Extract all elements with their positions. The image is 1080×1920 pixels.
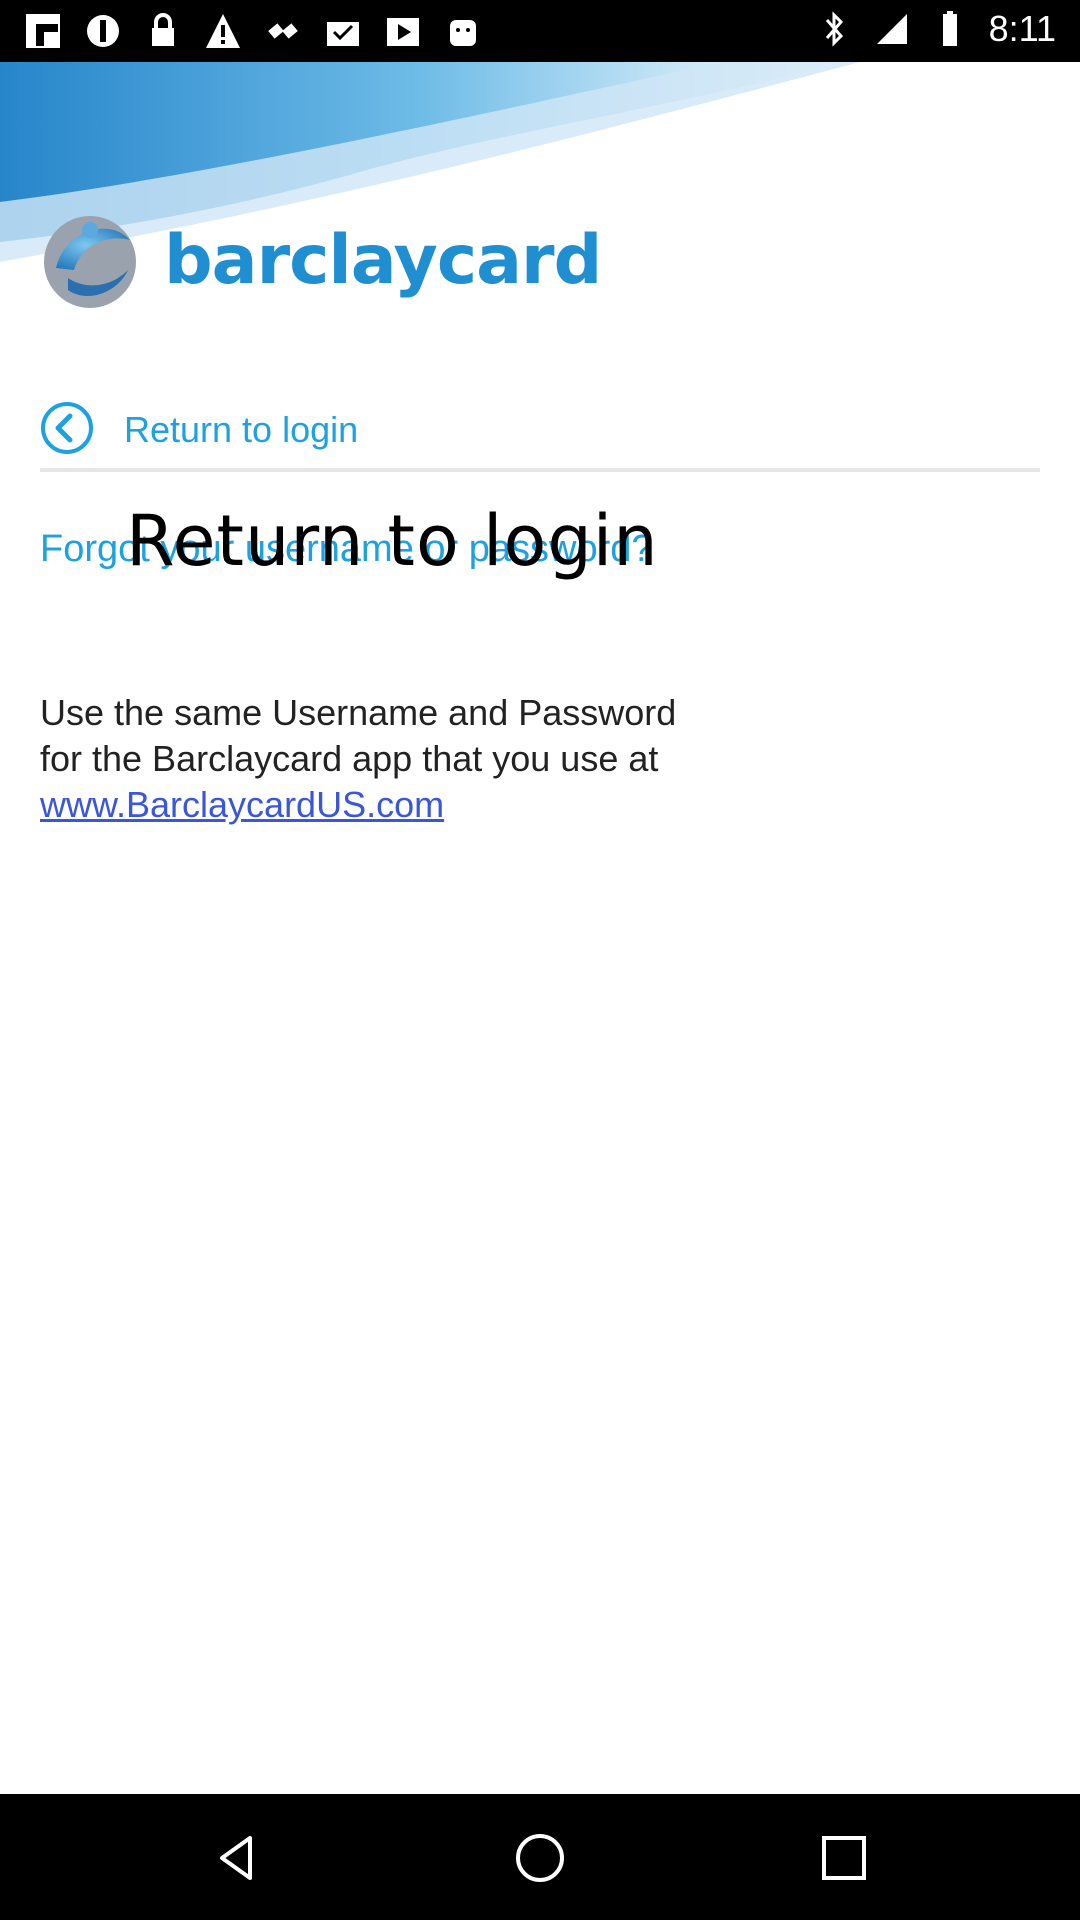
recents-nav-icon[interactable]: [816, 1830, 872, 1886]
status-left-icons: [24, 12, 482, 50]
home-nav-icon[interactable]: [512, 1830, 568, 1886]
divider: [40, 468, 1040, 472]
back-chevron-icon[interactable]: [40, 401, 94, 460]
system-nav-bar: [0, 1794, 1080, 1920]
brand-name: barclaycard: [164, 220, 602, 300]
back-nav-icon[interactable]: [210, 1830, 266, 1886]
warning-icon: [204, 12, 242, 50]
settings-icon: [84, 12, 122, 50]
lock-icon: [144, 12, 182, 50]
status-bar: 8:11: [0, 0, 1080, 62]
info-text: Use the same Username and Password for t…: [40, 690, 800, 828]
barclaycard-logo: barclaycard: [38, 205, 602, 315]
flipboard-icon: [24, 12, 62, 50]
barclaycard-website-link[interactable]: www.BarclaycardUS.com: [40, 784, 444, 825]
return-to-login-label[interactable]: Return to login: [124, 409, 358, 451]
info-line-2: for the Barclaycard app that you use at: [40, 738, 659, 779]
info-line-1: Use the same Username and Password: [40, 692, 677, 733]
battery-icon: [931, 10, 969, 48]
inbox-icon: [324, 12, 362, 50]
android-icon: [444, 12, 482, 50]
return-to-login-row[interactable]: Return to login: [40, 400, 1040, 460]
media-icon: [384, 12, 422, 50]
satellite-icon: [264, 12, 302, 50]
status-right-icons: 8:11: [815, 8, 1056, 50]
overlay-caption: Return to login: [126, 500, 659, 582]
eagle-logo-icon: [38, 206, 142, 315]
signal-icon: [873, 10, 911, 48]
status-clock: 8:11: [988, 8, 1056, 49]
bluetooth-icon: [815, 10, 853, 48]
